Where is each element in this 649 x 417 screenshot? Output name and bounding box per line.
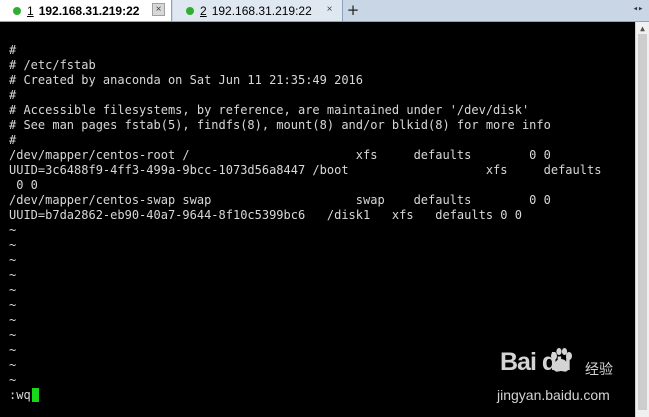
- vim-empty-line-marker: ~: [9, 358, 17, 372]
- terminal-line: #: [9, 43, 17, 57]
- new-tab-button[interactable]: +: [344, 0, 362, 21]
- vim-empty-line-marker: ~: [9, 238, 17, 252]
- terminal-line: # See man pages fstab(5), findfs(8), mou…: [9, 118, 551, 132]
- connected-status-icon: [13, 6, 21, 15]
- terminal-line: # Created by anaconda on Sat Jun 11 21:3…: [9, 73, 364, 87]
- tab-session-1[interactable]: 1 192.168.31.219:22 ×: [0, 0, 172, 21]
- vim-command-text: :wq: [9, 388, 31, 402]
- vim-empty-line-marker: ~: [9, 223, 17, 237]
- baidu-paw-icon: [551, 348, 572, 372]
- vim-empty-line-marker: ~: [9, 268, 17, 282]
- vim-empty-line-marker: ~: [9, 373, 17, 387]
- vim-empty-line-marker: ~: [9, 253, 17, 267]
- tab-title: 192.168.31.219:22: [38, 3, 140, 18]
- terminal-line: /dev/mapper/centos-root / xfs defaults 0…: [9, 148, 551, 162]
- watermark-url: jingyan.baidu.com: [497, 387, 610, 403]
- vertical-scrollbar[interactable]: ▲: [635, 22, 649, 417]
- vim-empty-line-marker: ~: [9, 328, 17, 342]
- scroll-up-arrow-icon[interactable]: ▲: [636, 24, 649, 33]
- tab-number: 2: [200, 3, 207, 18]
- vim-empty-line-marker: ~: [9, 298, 17, 312]
- tab-session-2[interactable]: 2 192.168.31.219:22 ×: [173, 0, 343, 21]
- baidu-jingyan-watermark: Bai du 经验 jingyan.baidu.com: [497, 346, 633, 414]
- scrollbar-thumb[interactable]: [638, 34, 647, 410]
- terminal-line: # /etc/fstab: [9, 58, 96, 72]
- terminal-line: UUID=3c6488f9-4ff3-499a-9bcc-1073d56a844…: [9, 163, 602, 177]
- vim-empty-line-marker: ~: [9, 343, 17, 357]
- terminal-line: 0 0: [9, 178, 38, 192]
- terminal-line: UUID=b7da2862-eb90-40a7-9644-8f10c5399bc…: [9, 208, 522, 222]
- tab-title: 192.168.31.219:22: [211, 3, 312, 18]
- vim-empty-line-marker: ~: [9, 313, 17, 327]
- terminal-line: # Accessible filesystems, by reference, …: [9, 103, 530, 117]
- vim-command-line[interactable]: :wq: [9, 388, 39, 403]
- close-tab-icon[interactable]: ×: [323, 3, 336, 16]
- terminal-line: /dev/mapper/centos-swap swap swap defaul…: [9, 193, 551, 207]
- connected-status-icon: [186, 6, 194, 15]
- tab-number: 1: [27, 3, 34, 18]
- vim-empty-line-marker: ~: [9, 283, 17, 297]
- terminal-line: #: [9, 88, 17, 102]
- terminal-cursor: [31, 388, 39, 402]
- tab-bar: 1 192.168.31.219:22 × 2 192.168.31.219:2…: [0, 0, 649, 22]
- watermark-subtitle: 经验: [585, 362, 613, 378]
- tab-scroll-arrows-icon[interactable]: ◂▸: [631, 2, 645, 17]
- terminal-line: #: [9, 133, 17, 147]
- close-tab-icon[interactable]: ×: [152, 3, 165, 16]
